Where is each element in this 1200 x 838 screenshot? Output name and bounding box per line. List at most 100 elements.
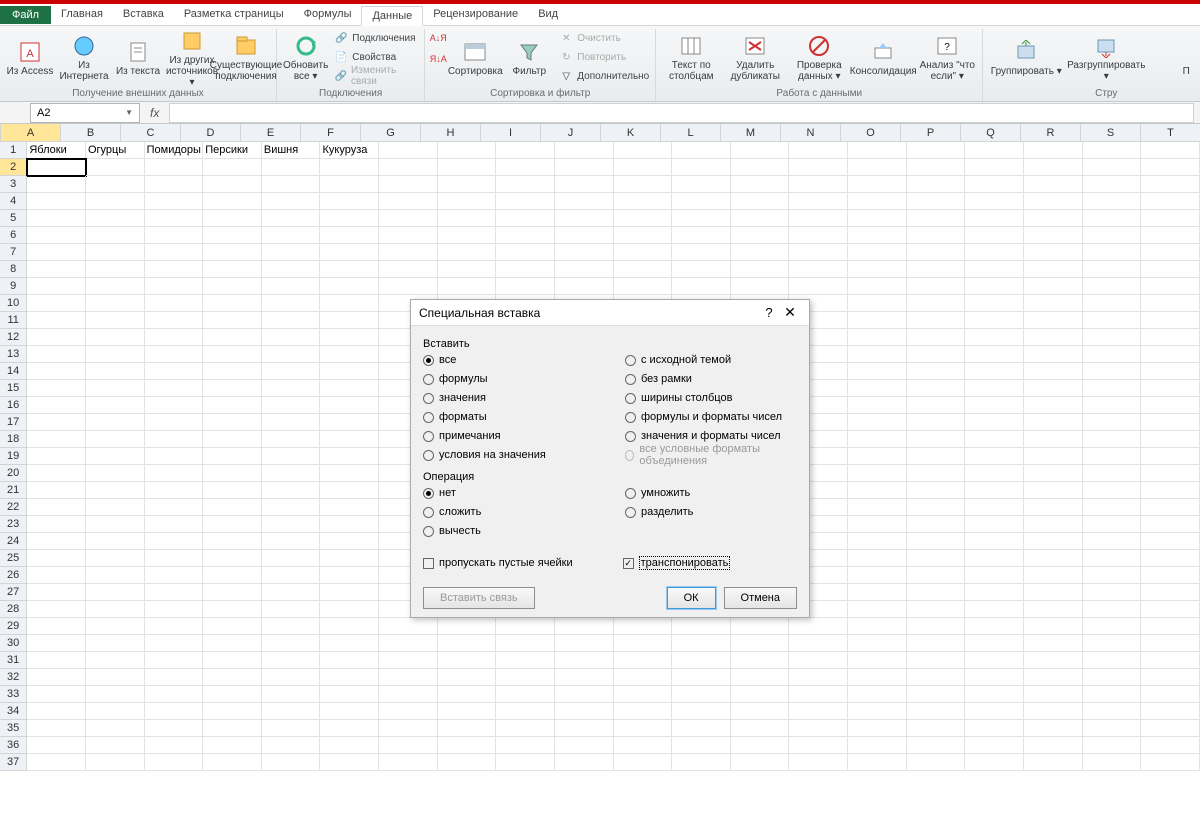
cell[interactable] [789,618,848,635]
cell[interactable] [203,244,262,261]
cell[interactable] [1141,703,1200,720]
cell[interactable] [789,278,848,295]
radio-option[interactable]: все [423,352,595,368]
cell[interactable] [145,703,204,720]
cell[interactable] [848,720,907,737]
cell[interactable] [965,312,1024,329]
cell[interactable] [1083,516,1142,533]
cell[interactable] [672,703,731,720]
cell[interactable] [27,533,86,550]
cell[interactable] [86,703,145,720]
cell[interactable] [1141,550,1200,567]
cell[interactable] [1024,533,1083,550]
cell[interactable] [1083,618,1142,635]
cell[interactable] [731,635,790,652]
cell[interactable] [86,550,145,567]
radio-option[interactable]: без рамки [625,371,797,387]
cell[interactable] [555,652,614,669]
cell[interactable] [965,227,1024,244]
cell[interactable] [907,737,966,754]
cell[interactable] [496,635,555,652]
cell[interactable] [145,516,204,533]
cell[interactable] [262,652,321,669]
cell[interactable] [145,380,204,397]
cell[interactable] [907,431,966,448]
cell[interactable] [848,431,907,448]
close-button[interactable]: ✕ [779,304,801,321]
transpose-checkbox[interactable]: транспонировать [623,555,731,571]
cell[interactable] [203,686,262,703]
cell[interactable] [789,720,848,737]
tab-Формулы[interactable]: Формулы [294,5,362,25]
cell[interactable] [145,652,204,669]
cell[interactable] [672,278,731,295]
cell[interactable] [848,193,907,210]
cell[interactable] [496,754,555,771]
cell[interactable] [1024,669,1083,686]
cell[interactable] [1083,193,1142,210]
cell[interactable] [262,397,321,414]
cell[interactable] [1141,516,1200,533]
cell[interactable] [1083,210,1142,227]
radio-option[interactable]: значения [423,390,595,406]
cell[interactable] [203,584,262,601]
cell[interactable] [262,669,321,686]
cell[interactable] [1024,210,1083,227]
cell[interactable] [1141,652,1200,669]
row-header[interactable]: 23 [0,516,27,533]
cell[interactable] [27,703,86,720]
cell[interactable] [27,601,86,618]
cell[interactable] [27,720,86,737]
cell[interactable] [789,210,848,227]
cell[interactable] [320,703,379,720]
cell[interactable] [262,329,321,346]
cell[interactable] [86,261,145,278]
cell[interactable] [965,380,1024,397]
cell[interactable] [320,465,379,482]
cell[interactable] [262,720,321,737]
cell[interactable] [27,499,86,516]
cell[interactable] [614,244,673,261]
cell[interactable] [203,567,262,584]
cell[interactable] [86,414,145,431]
cell[interactable] [379,159,438,176]
cell[interactable] [86,618,145,635]
cell[interactable] [203,550,262,567]
radio-option[interactable]: с исходной темой [625,352,797,368]
cell[interactable] [848,652,907,669]
cell[interactable] [262,380,321,397]
row-header[interactable]: 21 [0,482,27,499]
cell[interactable] [262,278,321,295]
cell[interactable] [907,210,966,227]
cell[interactable] [965,601,1024,618]
cell[interactable] [1141,244,1200,261]
cell[interactable] [1083,482,1142,499]
cell[interactable] [203,193,262,210]
cell[interactable] [145,567,204,584]
cell[interactable] [27,618,86,635]
cell[interactable] [731,686,790,703]
cell[interactable] [614,737,673,754]
cell[interactable] [86,567,145,584]
ribbon-button[interactable]: Группировать ▾ [989,29,1063,87]
cell[interactable] [555,618,614,635]
cell[interactable] [262,635,321,652]
cell[interactable] [320,601,379,618]
row-header[interactable]: 24 [0,533,27,550]
cell[interactable] [320,312,379,329]
cell[interactable] [145,210,204,227]
cell[interactable] [379,652,438,669]
cell[interactable] [320,176,379,193]
cell[interactable] [1024,618,1083,635]
cell[interactable] [320,193,379,210]
cell[interactable] [262,584,321,601]
cell[interactable] [907,261,966,278]
cell[interactable] [1083,431,1142,448]
row-header[interactable]: 13 [0,346,27,363]
cell[interactable] [1141,312,1200,329]
row-header[interactable]: 26 [0,567,27,584]
cell[interactable] [27,431,86,448]
row-header[interactable]: 31 [0,652,27,669]
cell[interactable] [86,584,145,601]
cell[interactable] [203,448,262,465]
